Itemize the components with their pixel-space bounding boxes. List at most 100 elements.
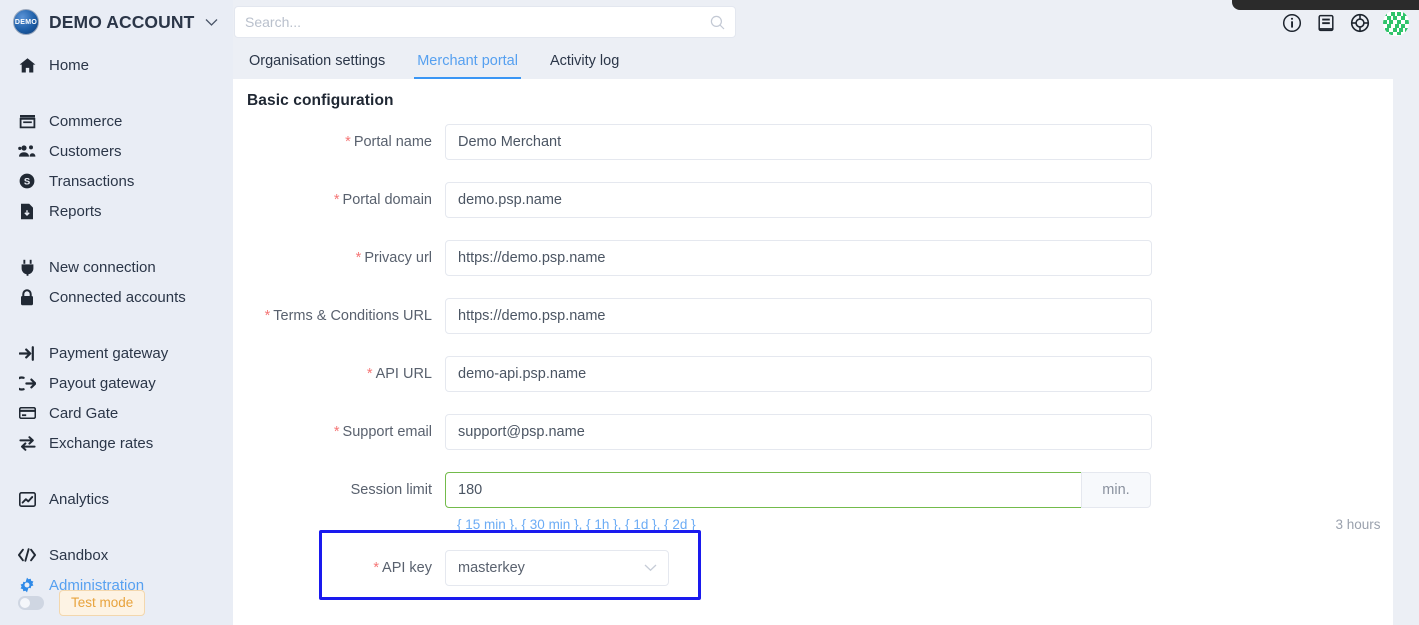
portal-name-input[interactable]: Demo Merchant [445, 124, 1152, 160]
required-asterisk: * [355, 250, 362, 266]
sidebar-item-connected-accounts[interactable]: Connected accounts [0, 282, 233, 312]
sidebar-item-reports[interactable]: Reports [0, 196, 233, 226]
nav-group-divider [0, 514, 233, 534]
sidebar-nav: Home Commerce Customers S Transactions Report… [0, 50, 233, 600]
sidebar-item-home[interactable]: Home [0, 50, 233, 80]
tab-merchant-portal[interactable]: Merchant portal [401, 53, 534, 79]
required-asterisk: * [366, 366, 373, 382]
nav-group: Payment gateway Payout gateway Card Gate Ex… [0, 338, 233, 458]
session-limit-input[interactable]: 180 [445, 472, 1082, 508]
privacy-url-input[interactable]: https://demo.psp.name [445, 240, 1152, 276]
nav-group-divider [0, 80, 233, 100]
sidebar-item-exchange-rates[interactable]: Exchange rates [0, 428, 233, 458]
book-icon[interactable] [1315, 12, 1337, 34]
sidebar-item-transactions[interactable]: S Transactions [0, 166, 233, 196]
support-email-label: * Support email [233, 424, 445, 440]
terms-conditions-url-label-text: Terms & Conditions URL [273, 308, 432, 324]
nav-group-divider [0, 458, 233, 478]
test-mode-toggle[interactable] [18, 596, 44, 610]
dollar-circle-icon: S [18, 172, 36, 190]
required-asterisk: * [373, 560, 380, 576]
account-switcher[interactable]: DEMO DEMO ACCOUNT [0, 0, 233, 44]
basic-configuration-form: * Portal name Demo Merchant * Portal domain d… [233, 124, 1393, 600]
session-limit-presets[interactable]: { 15 min }, { 30 min }, { 1h }, { 1d }, … [445, 517, 1323, 532]
api-url-input[interactable]: demo-api.psp.name [445, 356, 1152, 392]
search-input[interactable] [245, 14, 710, 30]
credit-card-icon [18, 404, 36, 422]
sidebar-item-analytics[interactable]: Analytics [0, 484, 233, 514]
portal-domain-label: * Portal domain [233, 192, 445, 208]
nav-group-divider [0, 312, 233, 332]
required-asterisk: * [345, 134, 351, 150]
search-box[interactable] [234, 6, 736, 38]
tab-activity-log[interactable]: Activity log [534, 53, 635, 79]
sidebar-item-label: Reports [49, 202, 102, 220]
test-mode-badge[interactable]: Test mode [59, 590, 146, 616]
nav-group-divider [0, 226, 233, 246]
sidebar-item-label: Transactions [49, 172, 135, 190]
sidebar-item-sandbox[interactable]: Sandbox [0, 540, 233, 570]
sidebar-item-commerce[interactable]: Commerce [0, 106, 233, 136]
api-key-label: * API key [233, 560, 445, 576]
chevron-down-icon [205, 15, 218, 30]
header-icon-group [1281, 10, 1409, 36]
sidebar-item-label: Commerce [49, 112, 123, 130]
sidebar: DEMO DEMO ACCOUNT Home Commerce Customers S… [0, 0, 233, 625]
content-panel: Basic configuration * Portal name Demo Mer… [233, 79, 1393, 625]
page-title: Basic configuration [247, 92, 394, 109]
nav-group: Commerce Customers S Transactions Reports [0, 106, 233, 226]
support-email-input[interactable]: support@psp.name [445, 414, 1152, 450]
sidebar-item-label: Connected accounts [49, 288, 186, 306]
form-row-api-key: * API key masterkey [233, 530, 1393, 600]
info-circle-icon[interactable] [1281, 12, 1303, 34]
search-icon[interactable] [710, 15, 725, 30]
form-row-portal-domain: * Portal domain demo.psp.name [233, 182, 1393, 218]
sidebar-item-label: Customers [49, 142, 122, 160]
required-asterisk: * [333, 424, 340, 440]
sidebar-item-label: Card Gate [49, 404, 119, 422]
portal-name-label: * Portal name [233, 134, 445, 150]
tab-organisation-settings[interactable]: Organisation settings [233, 53, 401, 79]
form-row-portal-name: * Portal name Demo Merchant [233, 124, 1393, 160]
sidebar-item-new-connection[interactable]: New connection [0, 252, 233, 282]
sidebar-item-customers[interactable]: Customers [0, 136, 233, 166]
session-limit-hint-row: { 15 min }, { 30 min }, { 1h }, { 1d }, … [233, 514, 1393, 534]
api-url-label-text: API URL [375, 366, 432, 382]
portal-domain-label-text: Portal domain [342, 192, 432, 208]
sign-in-arrow-icon [18, 344, 36, 362]
form-row-session-limit: Session limit 180 min. [233, 472, 1393, 508]
sidebar-item-card-gate[interactable]: Card Gate [0, 398, 233, 428]
sign-out-arrow-icon [18, 374, 36, 392]
portal-name-label-text: Portal name [353, 134, 432, 150]
sidebar-item-label: Payout gateway [49, 374, 156, 392]
account-name: DEMO ACCOUNT [49, 11, 195, 32]
chevron-down-icon [644, 564, 657, 572]
api-key-selected-value: masterkey [458, 560, 525, 576]
user-identicon-avatar[interactable] [1383, 10, 1409, 36]
session-limit-label: Session limit [350, 482, 432, 498]
form-row-terms-conditions-url: * Terms & Conditions URL https://demo.psp.… [233, 298, 1393, 334]
account-logo: DEMO [13, 9, 39, 35]
sidebar-item-label: New connection [49, 258, 156, 276]
terms-conditions-url-input[interactable]: https://demo.psp.name [445, 298, 1152, 334]
nav-group: Home [0, 50, 233, 80]
privacy-url-label: * Privacy url [233, 250, 445, 266]
lifebuoy-icon[interactable] [1349, 12, 1371, 34]
sidebar-item-label: Sandbox [49, 546, 109, 564]
sidebar-item-payout-gateway[interactable]: Payout gateway [0, 368, 233, 398]
sidebar-item-label: Payment gateway [49, 344, 169, 362]
tab-bar: Organisation settings Merchant portal Acti… [233, 46, 635, 79]
terms-conditions-url-label: * Terms & Conditions URL [233, 308, 445, 324]
test-mode-row: Test mode [0, 590, 146, 616]
api-key-select[interactable]: masterkey [445, 550, 669, 586]
exchange-arrows-icon [18, 434, 36, 452]
api-key-label-text: API key [382, 560, 432, 576]
report-file-icon [18, 202, 36, 220]
form-row-api-url: * API URL demo-api.psp.name [233, 356, 1393, 392]
lock-icon [18, 288, 36, 306]
form-row-support-email: * Support email support@psp.name [233, 414, 1393, 450]
portal-domain-input[interactable]: demo.psp.name [445, 182, 1152, 218]
sidebar-item-label: Exchange rates [49, 434, 154, 452]
sidebar-item-payment-gateway[interactable]: Payment gateway [0, 338, 233, 368]
window-dark-strip [1232, 0, 1419, 10]
